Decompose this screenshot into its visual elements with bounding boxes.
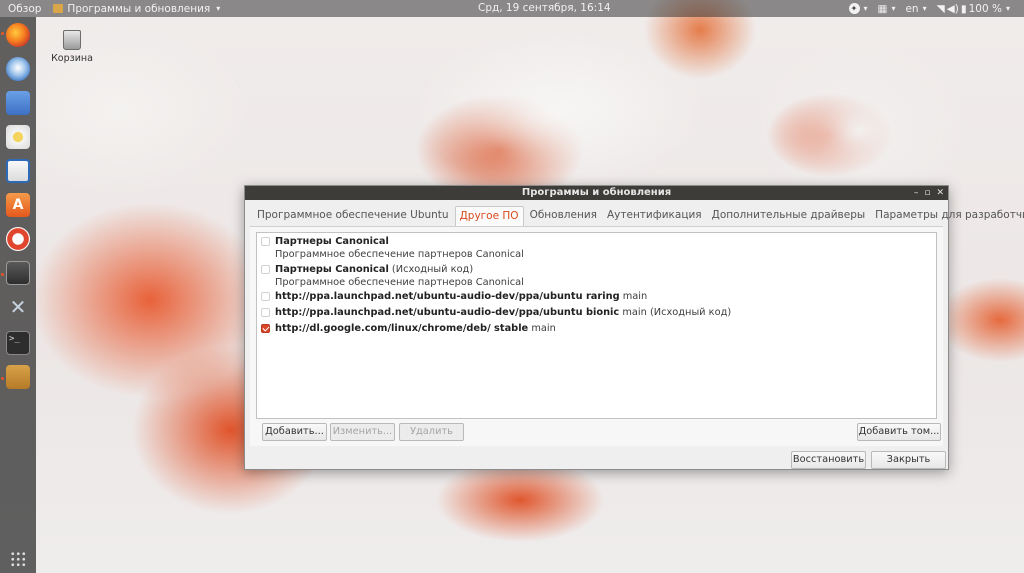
tab-authentication[interactable]: Аутентификация <box>603 206 706 226</box>
list-item[interactable]: Партнеры Canonical (Исходный код) Програ… <box>257 261 936 289</box>
app-menu-label: Программы и обновления <box>67 2 211 15</box>
rhythmbox-icon[interactable] <box>6 125 30 149</box>
source-suffix: main (Исходный код) <box>619 307 732 318</box>
thunderbird-icon[interactable] <box>6 57 30 81</box>
dock: A ✕ >_ <box>0 17 36 573</box>
app-menu-icon <box>53 4 64 13</box>
language-label: en <box>905 2 919 15</box>
app-menu[interactable]: Программы и обновления ▾ <box>49 3 220 15</box>
firefox-icon[interactable] <box>6 23 30 47</box>
source-title: Партнеры Canonical <box>275 264 389 275</box>
writer-icon[interactable] <box>6 159 30 183</box>
edit-button[interactable]: Изменить... <box>330 423 395 441</box>
close-icon[interactable]: ✕ <box>936 186 944 200</box>
trash-desktop-icon[interactable]: Корзина <box>50 30 94 64</box>
source-checkbox[interactable] <box>261 265 270 274</box>
source-suffix: main <box>619 291 648 302</box>
tab-content: Партнеры Canonical Программное обеспечен… <box>250 226 943 446</box>
tools-icon[interactable]: ✕ <box>6 295 30 319</box>
wifi-icon: ◥ <box>936 2 945 15</box>
tab-updates[interactable]: Обновления <box>526 206 601 226</box>
tab-other-software[interactable]: Другое ПО <box>454 206 524 226</box>
terminal-icon[interactable]: >_ <box>6 331 30 355</box>
network-files-icon[interactable] <box>6 365 30 389</box>
top-bar: Обзор Программы и обновления ▾ Срд, 19 с… <box>0 0 1024 17</box>
source-suffix: main <box>528 323 556 334</box>
system-tray: ✦ ▾ ▦ ▾ en ▾ ◥ ◀) ▮ 100 % ▾ <box>848 0 1024 17</box>
source-checkbox[interactable] <box>261 308 270 317</box>
source-checkbox[interactable] <box>261 292 270 301</box>
list-item[interactable]: http://ppa.launchpad.net/ubuntu-audio-de… <box>257 289 936 305</box>
window-titlebar[interactable]: Программы и обновления – ▫ ✕ <box>245 186 948 200</box>
trash-label: Корзина <box>51 53 93 64</box>
source-title: http://dl.google.com/linux/chrome/deb/ s… <box>275 323 529 334</box>
running-indicator <box>1 32 4 35</box>
chevron-down-icon: ▾ <box>1005 4 1010 13</box>
tab-ubuntu-software[interactable]: Программное обеспечение Ubuntu <box>253 206 453 226</box>
maximize-icon[interactable]: ▫ <box>924 186 930 200</box>
minimize-icon[interactable]: – <box>914 186 919 200</box>
chevron-down-icon: ▾ <box>216 4 221 13</box>
tab-developer-options[interactable]: Параметры для разработчиков <box>871 206 1024 226</box>
close-button[interactable]: Закрыть <box>871 451 946 469</box>
source-title: http://ppa.launchpad.net/ubuntu-audio-de… <box>275 307 620 318</box>
language-menu[interactable]: en ▾ <box>905 3 926 15</box>
source-description: Программное обеспечение партнеров Canoni… <box>275 277 524 288</box>
chevron-down-icon: ▾ <box>863 4 868 13</box>
accessibility-menu[interactable]: ✦ ▾ <box>848 3 868 14</box>
tab-bar: Программное обеспечение Ubuntu Другое ПО… <box>253 206 1024 226</box>
source-title: Партнеры Canonical <box>275 236 389 247</box>
chevron-down-icon: ▾ <box>922 4 927 13</box>
tab-additional-drivers[interactable]: Дополнительные драйверы <box>708 206 870 226</box>
grid-icon: ▦ <box>877 2 888 15</box>
list-item[interactable]: http://ppa.launchpad.net/ubuntu-audio-de… <box>257 305 936 321</box>
trash-icon <box>63 30 81 50</box>
show-applications-icon[interactable] <box>10 551 26 567</box>
source-suffix: (Исходный код) <box>388 264 474 275</box>
software-center-icon[interactable]: A <box>6 193 30 217</box>
source-checkbox[interactable] <box>261 237 270 246</box>
settings-menu[interactable]: ▦ ▾ <box>878 3 896 15</box>
files-icon[interactable] <box>6 91 30 115</box>
list-item[interactable]: http://dl.google.com/linux/chrome/deb/ s… <box>257 321 936 337</box>
source-title: http://ppa.launchpad.net/ubuntu-audio-de… <box>275 291 620 302</box>
add-volume-button[interactable]: Добавить том... <box>857 423 941 441</box>
accessibility-icon: ✦ <box>848 3 860 14</box>
sources-list: Партнеры Canonical Программное обеспечен… <box>256 232 937 419</box>
add-button[interactable]: Добавить... <box>262 423 327 441</box>
source-description: Программное обеспечение партнеров Canoni… <box>275 249 524 260</box>
volume-icon: ◀) <box>946 2 959 15</box>
status-menu[interactable]: ◥ ◀) ▮ 100 % ▾ <box>937 3 1010 15</box>
list-item[interactable]: Партнеры Canonical Программное обеспечен… <box>257 233 936 261</box>
source-checkbox[interactable] <box>261 324 270 333</box>
activities-button[interactable]: Обзор <box>0 3 49 15</box>
battery-percent: 100 % <box>968 2 1002 15</box>
software-updates-window: Программы и обновления – ▫ ✕ Программное… <box>244 185 1024 470</box>
remove-button[interactable]: Удалить <box>399 423 464 441</box>
clock[interactable]: Срд, 19 сентября, 16:14 <box>478 2 611 14</box>
help-icon[interactable] <box>6 227 30 251</box>
window-title: Программы и обновления <box>521 187 672 198</box>
running-indicator <box>1 377 4 380</box>
software-updater-icon[interactable] <box>6 261 30 285</box>
revert-button[interactable]: Восстановить <box>791 451 866 469</box>
running-indicator <box>1 273 4 276</box>
battery-icon: ▮ <box>960 2 967 15</box>
chevron-down-icon: ▾ <box>891 4 896 13</box>
